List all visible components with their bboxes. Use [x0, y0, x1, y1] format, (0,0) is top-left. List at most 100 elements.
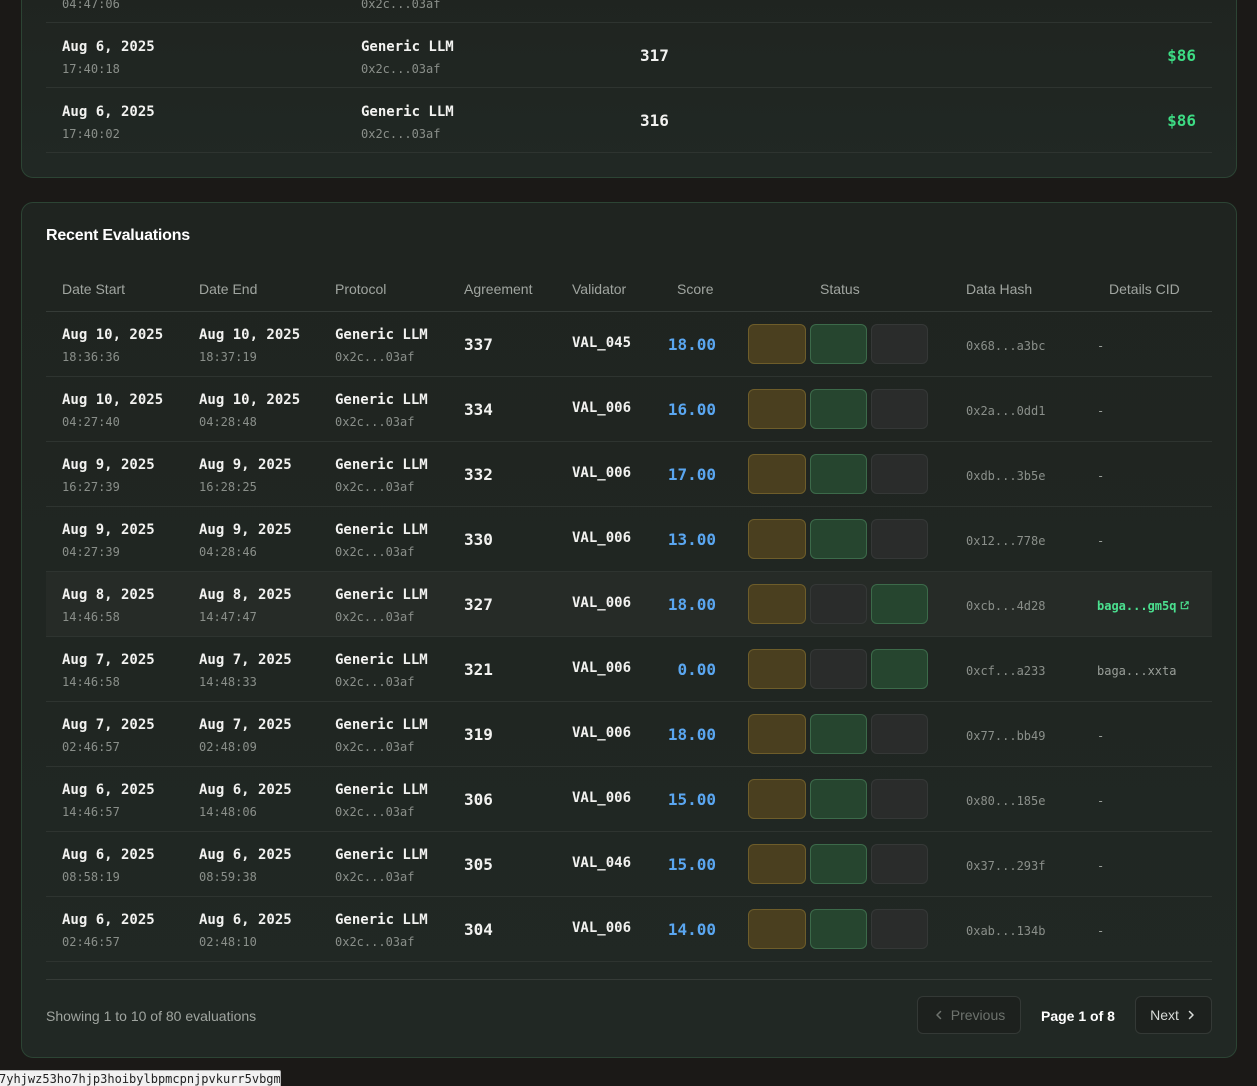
column-header-protocol[interactable]: Protocol: [335, 281, 386, 297]
date-start: Aug 7, 2025: [62, 652, 155, 668]
data-hash[interactable]: 0xdb...3b5e: [966, 469, 1045, 483]
column-header-agreement[interactable]: Agreement: [464, 281, 532, 297]
status-indicator-yellow: [748, 324, 806, 364]
date-end: Aug 6, 2025: [199, 782, 292, 798]
previous-button[interactable]: Previous: [917, 996, 1021, 1034]
protocol-name: Generic LLM: [335, 782, 428, 798]
validator-id: VAL_006: [572, 465, 632, 481]
time-start: 04:27:39: [62, 545, 120, 559]
table-row[interactable]: Aug 7, 2025 02:46:57 Aug 7, 2025 02:48:0…: [46, 702, 1212, 767]
time-end: 02:48:09: [199, 740, 257, 754]
details-cid: -: [1097, 729, 1105, 743]
protocol-name: Generic LLM: [335, 587, 428, 603]
status-indicator-green: [810, 779, 867, 819]
row-amount: $86: [1167, 111, 1196, 130]
row-time: 17:40:18: [62, 62, 120, 76]
score-value: 0.00: [677, 660, 716, 679]
data-hash[interactable]: 0x2a...0dd1: [966, 404, 1045, 418]
agreement-id: 332: [464, 465, 493, 484]
row-protocol: Generic LLM: [361, 39, 454, 55]
row-address: 0x2c...03af: [361, 0, 441, 11]
column-header-date-end[interactable]: Date End: [199, 281, 257, 297]
previous-button-label: Previous: [950, 1007, 1006, 1023]
row-protocol: Generic LLM: [361, 104, 454, 120]
table-row[interactable]: Aug 6, 2025 02:46:57 Aug 6, 2025 02:48:1…: [46, 897, 1212, 962]
date-end: Aug 9, 2025: [199, 457, 292, 473]
protocol-address: 0x2c...03af: [335, 350, 415, 364]
data-hash[interactable]: 0xcf...a233: [966, 664, 1045, 678]
status-indicator-gray: [871, 519, 928, 559]
protocol-name: Generic LLM: [335, 522, 428, 538]
date-start: Aug 6, 2025: [62, 847, 155, 863]
status-indicator-yellow: [748, 649, 806, 689]
status-indicator-gray: [871, 844, 928, 884]
status-indicator-gray: [871, 389, 928, 429]
table-row[interactable]: Aug 6, 2025 08:58:19 Aug 6, 2025 08:59:3…: [46, 832, 1212, 897]
table-row[interactable]: Aug 10, 2025 04:27:40 Aug 10, 2025 04:28…: [46, 377, 1212, 442]
agreement-row[interactable]: Aug 6, 2025 17:40:18 Generic LLM 0x2c...…: [46, 23, 1212, 88]
validator-id: VAL_006: [572, 790, 632, 806]
column-header-score[interactable]: Score: [677, 281, 714, 297]
column-header-data-hash[interactable]: Data Hash: [966, 281, 1032, 297]
data-hash[interactable]: 0x37...293f: [966, 859, 1045, 873]
score-value: 14.00: [667, 920, 716, 939]
table-row[interactable]: Aug 7, 2025 14:46:58 Aug 7, 2025 14:48:3…: [46, 637, 1212, 702]
status-indicator-green: [810, 519, 867, 559]
row-time: 04:47:06: [62, 0, 120, 11]
table-row[interactable]: Aug 6, 2025 14:46:57 Aug 6, 2025 14:48:0…: [46, 767, 1212, 832]
agreement-id: 334: [464, 400, 493, 419]
status-indicator-green: [810, 324, 867, 364]
table-row[interactable]: Aug 9, 2025 16:27:39 Aug 9, 2025 16:28:2…: [46, 442, 1212, 507]
time-start: 02:46:57: [62, 935, 120, 949]
protocol-address: 0x2c...03af: [335, 935, 415, 949]
time-end: 02:48:10: [199, 935, 257, 949]
column-header-status[interactable]: Status: [820, 281, 860, 297]
data-hash[interactable]: 0x12...778e: [966, 534, 1045, 548]
data-hash[interactable]: 0x80...185e: [966, 794, 1045, 808]
table-row[interactable]: Aug 10, 2025 18:36:36 Aug 10, 2025 18:37…: [46, 312, 1212, 377]
agreement-id: 337: [464, 335, 493, 354]
details-cid: -: [1097, 859, 1105, 873]
date-end: Aug 10, 2025: [199, 327, 301, 343]
date-end: Aug 8, 2025: [199, 587, 292, 603]
data-hash[interactable]: 0xcb...4d28: [966, 599, 1045, 613]
recent-evaluations-card: Recent Evaluations Date Start Date End P…: [21, 202, 1237, 1058]
table-row[interactable]: Aug 8, 2025 14:46:58 Aug 8, 2025 14:47:4…: [46, 572, 1212, 637]
time-end: 16:28:25: [199, 480, 257, 494]
date-start: Aug 6, 2025: [62, 912, 155, 928]
data-hash[interactable]: 0x68...a3bc: [966, 339, 1045, 353]
table-row[interactable]: Aug 9, 2025 04:27:39 Aug 9, 2025 04:28:4…: [46, 507, 1212, 572]
status-indicator-green: [871, 584, 928, 624]
time-end: 04:28:48: [199, 415, 257, 429]
data-hash[interactable]: 0x77...bb49: [966, 729, 1045, 743]
next-button[interactable]: Next: [1135, 996, 1212, 1034]
column-header-details-cid[interactable]: Details CID: [1109, 281, 1180, 297]
table-header: Date Start Date End Protocol Agreement V…: [46, 267, 1212, 312]
agreement-row[interactable]: 04:47:06 0x2c...03af: [46, 0, 1212, 23]
date-start: Aug 9, 2025: [62, 457, 155, 473]
score-value: 13.00: [667, 530, 716, 549]
status-indicator-gray: [871, 909, 928, 949]
date-start: Aug 10, 2025: [62, 392, 164, 408]
protocol-address: 0x2c...03af: [335, 480, 415, 494]
column-header-validator[interactable]: Validator: [572, 281, 626, 297]
score-value: 18.00: [667, 595, 716, 614]
status-indicator-gray: [810, 649, 867, 689]
agreement-row[interactable]: Aug 6, 2025 17:40:02 Generic LLM 0x2c...…: [46, 88, 1212, 153]
pagination-footer: Showing 1 to 10 of 80 evaluations Previo…: [46, 979, 1212, 1059]
score-value: 15.00: [667, 855, 716, 874]
status-indicator-green: [810, 844, 867, 884]
details-cid: -: [1097, 534, 1105, 548]
time-start: 14:46:57: [62, 805, 120, 819]
protocol-address: 0x2c...03af: [335, 675, 415, 689]
agreements-card: 04:47:06 0x2c...03af Aug 6, 2025 17:40:1…: [21, 0, 1237, 178]
next-button-label: Next: [1150, 1007, 1179, 1023]
status-indicator-gray: [871, 324, 928, 364]
column-header-date-start[interactable]: Date Start: [62, 281, 125, 297]
time-end: 04:28:46: [199, 545, 257, 559]
validator-id: VAL_006: [572, 530, 632, 546]
row-date: Aug 6, 2025: [62, 104, 155, 120]
data-hash[interactable]: 0xab...134b: [966, 924, 1045, 938]
validator-id: VAL_046: [572, 855, 632, 871]
details-cid-link[interactable]: baga...gm5q: [1097, 599, 1190, 613]
